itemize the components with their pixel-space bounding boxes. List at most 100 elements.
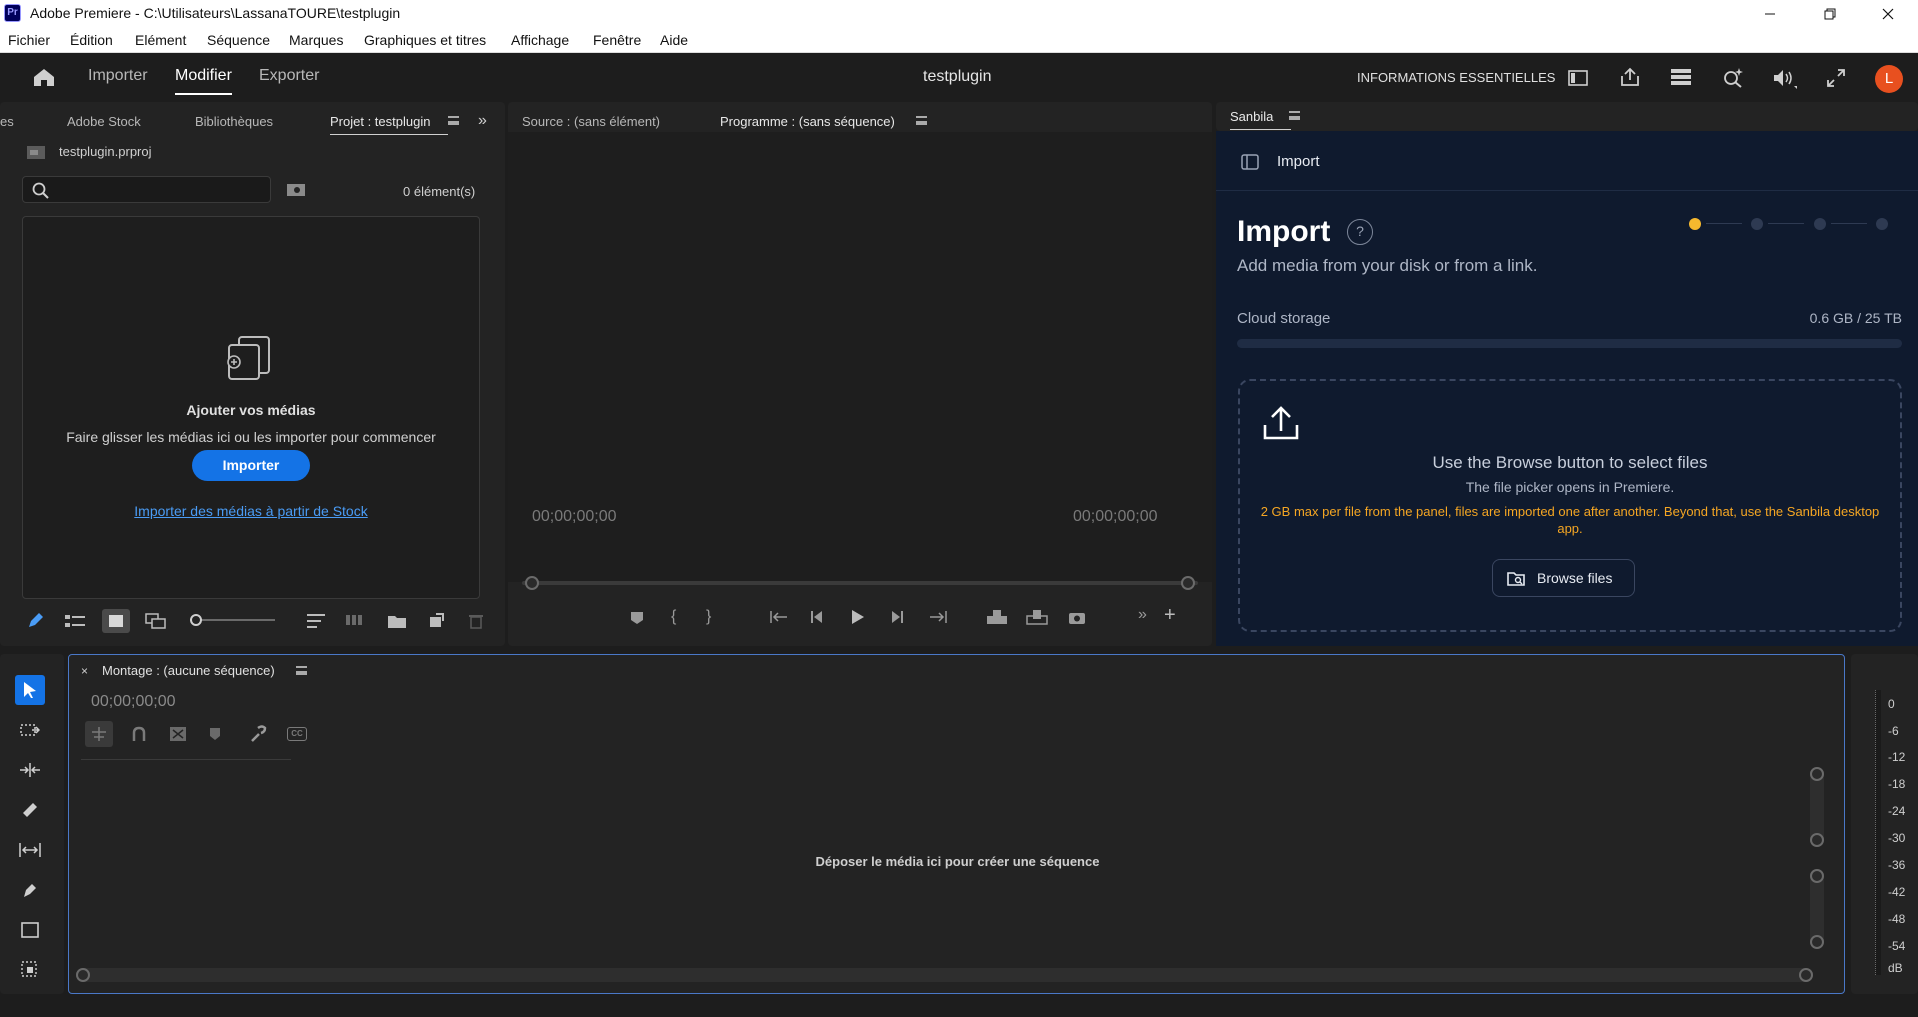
search-sparkle-icon[interactable] (1722, 66, 1744, 88)
restore-button[interactable] (1802, 0, 1858, 27)
step-forward-icon[interactable] (890, 610, 904, 624)
hand-tool-icon[interactable] (15, 955, 45, 985)
share-icon[interactable] (1619, 66, 1641, 88)
panel-layout-icon[interactable] (1568, 69, 1588, 87)
close-tab-icon[interactable]: × (81, 664, 88, 678)
search-input[interactable] (22, 176, 271, 203)
panel-menu-icon[interactable] (448, 116, 459, 125)
panel-menu-icon[interactable] (916, 116, 927, 125)
tab-programme[interactable]: Programme : (sans séquence) (720, 114, 913, 135)
pencil-icon[interactable] (26, 612, 44, 630)
captions-icon[interactable]: CC (287, 727, 307, 741)
v-scroll-bottom-handle[interactable] (1810, 833, 1824, 847)
menu-sequence[interactable]: Séquence (207, 32, 270, 48)
timecode-current[interactable]: 00;00;00;00 (532, 508, 617, 526)
v-scroll-top-handle[interactable] (1810, 767, 1824, 781)
h-scroll-start-handle[interactable] (76, 968, 90, 982)
close-window-button[interactable] (1860, 0, 1916, 27)
menu-fenetre[interactable]: Fenêtre (593, 32, 641, 48)
scrubber-start-handle[interactable] (525, 576, 539, 590)
rectangle-tool-icon[interactable] (15, 915, 45, 945)
tab-montage[interactable]: Montage : (aucune séquence) (102, 663, 275, 678)
project-drop-area[interactable]: Ajouter vos médias Faire glisser les méd… (22, 216, 480, 599)
go-to-in-icon[interactable] (770, 610, 788, 624)
panel-menu-icon[interactable] (296, 666, 307, 675)
progress-list-icon[interactable] (1670, 68, 1692, 86)
more-controls-icon[interactable]: » (1138, 606, 1147, 624)
new-bin-icon[interactable] (387, 613, 407, 629)
a-scroll-top-handle[interactable] (1810, 869, 1824, 883)
zoom-slider[interactable] (190, 619, 275, 621)
horizontal-scrollbar[interactable] (76, 968, 1813, 982)
mark-in-icon[interactable]: { (671, 608, 676, 626)
list-view-icon[interactable] (65, 614, 85, 628)
automate-icon[interactable] (346, 613, 366, 627)
help-icon[interactable]: ? (1347, 219, 1373, 245)
track-select-tool-icon[interactable] (15, 715, 45, 745)
marker-icon[interactable] (630, 611, 644, 625)
home-icon[interactable] (32, 67, 56, 87)
more-tabs-icon[interactable]: » (478, 112, 498, 132)
step-back-icon[interactable] (810, 610, 824, 624)
tab-sanbila[interactable]: Sanbila (1230, 109, 1292, 130)
go-to-out-icon[interactable] (929, 610, 947, 624)
mark-out-icon[interactable]: } (706, 608, 711, 626)
step-3-dot[interactable] (1814, 218, 1826, 230)
menu-graphiques[interactable]: Graphiques et titres (364, 32, 486, 48)
tab-modifier[interactable]: Modifier (175, 67, 232, 95)
fullscreen-icon[interactable] (1825, 67, 1847, 89)
insert-icon[interactable] (986, 609, 1008, 625)
wrench-icon[interactable] (249, 725, 267, 743)
add-button-icon[interactable]: + (1164, 604, 1176, 627)
minimize-button[interactable] (1742, 0, 1798, 27)
menu-aide[interactable]: Aide (660, 32, 688, 48)
h-scroll-end-handle[interactable] (1799, 968, 1813, 982)
snap-icon[interactable] (131, 726, 147, 742)
sidebar-toggle-icon[interactable] (1241, 154, 1259, 170)
ripple-edit-tool-icon[interactable] (15, 755, 45, 785)
panel-menu-icon[interactable] (1289, 111, 1300, 120)
tab-importer[interactable]: Importer (88, 67, 148, 85)
new-item-icon[interactable] (428, 613, 444, 629)
menu-edition[interactable]: Édition (70, 32, 113, 48)
pen-tool-icon[interactable] (15, 875, 45, 905)
overwrite-icon[interactable] (1026, 609, 1048, 625)
menu-marques[interactable]: Marques (289, 32, 343, 48)
play-icon[interactable] (851, 609, 865, 625)
avatar[interactable]: L (1875, 65, 1903, 93)
tab-source[interactable]: Source : (sans élément) (522, 114, 660, 129)
step-4-dot[interactable] (1876, 218, 1888, 230)
selection-tool-icon[interactable] (15, 675, 45, 705)
trash-icon[interactable] (468, 613, 484, 629)
zoom-slider-handle[interactable] (190, 614, 202, 626)
razor-tool-icon[interactable] (15, 795, 45, 825)
stock-import-link[interactable]: Importer des médias à partir de Stock (23, 503, 479, 519)
icon-view-icon[interactable] (102, 609, 130, 633)
freeform-view-icon[interactable] (145, 613, 167, 629)
menu-element[interactable]: Elément (135, 32, 186, 48)
tab-effects-partial[interactable]: es (0, 114, 14, 129)
slip-tool-icon[interactable] (15, 835, 45, 865)
tab-bibliotheques[interactable]: Bibliothèques (195, 114, 273, 129)
step-1-dot[interactable] (1689, 218, 1701, 230)
linked-selection-icon[interactable] (169, 726, 187, 742)
file-drop-zone[interactable]: Use the Browse button to select files Th… (1238, 379, 1902, 632)
browse-files-button[interactable]: Browse files (1492, 559, 1635, 597)
a-scroll-bottom-handle[interactable] (1810, 935, 1824, 949)
nest-icon[interactable] (85, 721, 113, 747)
timeline-timecode[interactable]: 00;00;00;00 (91, 693, 176, 711)
import-button[interactable]: Importer (192, 450, 310, 481)
tab-adobe-stock[interactable]: Adobe Stock (67, 114, 141, 129)
step-2-dot[interactable] (1751, 218, 1763, 230)
menu-fichier[interactable]: Fichier (8, 32, 50, 48)
menu-affichage[interactable]: Affichage (511, 32, 569, 48)
export-frame-icon[interactable] (1068, 609, 1086, 625)
tab-projet[interactable]: Projet : testplugin (330, 114, 449, 135)
playhead-scrubber[interactable] (522, 581, 1198, 585)
tab-exporter[interactable]: Exporter (259, 67, 319, 85)
workspace-label[interactable]: INFORMATIONS ESSENTIELLES (1357, 70, 1555, 85)
volume-icon[interactable] (1772, 68, 1798, 90)
add-marker-icon[interactable] (209, 727, 221, 741)
scrubber-end-handle[interactable] (1181, 576, 1195, 590)
sort-icon[interactable] (307, 613, 325, 629)
